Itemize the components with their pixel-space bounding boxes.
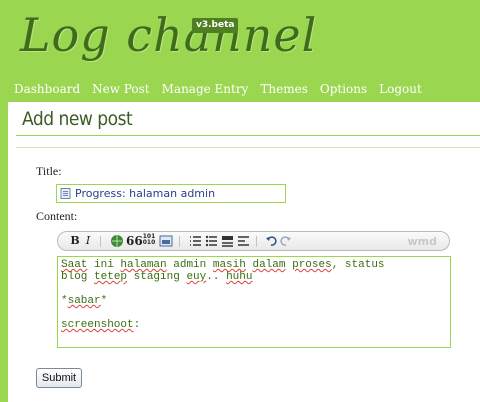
toolbar-separator <box>256 236 257 247</box>
content-panel: Add new post Title: Progress: halaman ad… <box>8 102 480 402</box>
italic-button[interactable]: I <box>84 234 92 248</box>
bulleted-list-icon[interactable] <box>205 234 218 248</box>
document-icon <box>60 188 71 199</box>
page-title: Add new post <box>22 108 133 130</box>
content-word: huhu <box>226 271 253 283</box>
nav-options[interactable]: Options <box>320 82 367 96</box>
horizontal-rule-icon[interactable] <box>237 234 250 248</box>
content-word: sabar <box>67 295 101 307</box>
content-word: halaman <box>120 259 167 271</box>
version-badge: v3.beta <box>192 18 239 33</box>
content-line: Saat ini halaman admin masih dalam prose… <box>61 259 385 271</box>
blockquote-button[interactable]: 66 <box>126 234 143 248</box>
nav-dashboard[interactable]: Dashboard <box>14 82 80 96</box>
nav-manage-entry[interactable]: Manage Entry <box>162 82 249 96</box>
undo-icon[interactable] <box>265 234 277 248</box>
content-label: Content: <box>36 209 78 223</box>
nav-themes[interactable]: Themes <box>260 82 307 96</box>
title-divider <box>16 135 480 136</box>
content-line: screenshoot: <box>61 319 141 331</box>
content-line: blog tetep staging euy.. huhu <box>61 271 253 283</box>
content-word: screenshoot <box>61 319 134 331</box>
numbered-list-icon[interactable] <box>189 234 202 248</box>
image-icon[interactable] <box>159 234 173 248</box>
main-nav: Dashboard New Post Manage Entry Themes O… <box>14 80 430 98</box>
submit-button[interactable]: Submit <box>36 368 82 388</box>
site-header: Log channel v3.beta <box>0 0 480 78</box>
title-input[interactable]: Progress: halaman admin <box>56 184 286 203</box>
title-label: Title: <box>36 164 62 178</box>
editor-toolbar: B I 66 101 010 wmd <box>57 231 450 251</box>
content-line: *sabar* <box>61 295 108 307</box>
content-word: tetep <box>94 271 128 283</box>
site-logo[interactable]: Log channel <box>20 2 317 68</box>
toolbar-separator <box>179 236 180 247</box>
content-word: dalam <box>252 259 286 271</box>
toolbar-separator <box>100 236 101 247</box>
nav-logout[interactable]: Logout <box>379 82 422 96</box>
content-textarea[interactable]: Saat ini halaman admin masih dalam prose… <box>57 256 451 348</box>
bold-button[interactable]: B <box>70 234 80 248</box>
code-button[interactable]: 101 010 <box>142 234 156 248</box>
nav-new-post[interactable]: New Post <box>92 82 149 96</box>
heading-icon[interactable] <box>221 234 234 248</box>
redo-icon[interactable] <box>280 234 292 248</box>
content-word: Saat <box>61 259 88 271</box>
wmd-brand: wmd <box>407 235 438 248</box>
section-divider <box>16 147 480 148</box>
content-word: masih <box>212 259 246 271</box>
link-globe-icon[interactable] <box>110 234 124 248</box>
content-word: proses <box>292 259 332 271</box>
content-word: euy <box>186 271 207 283</box>
